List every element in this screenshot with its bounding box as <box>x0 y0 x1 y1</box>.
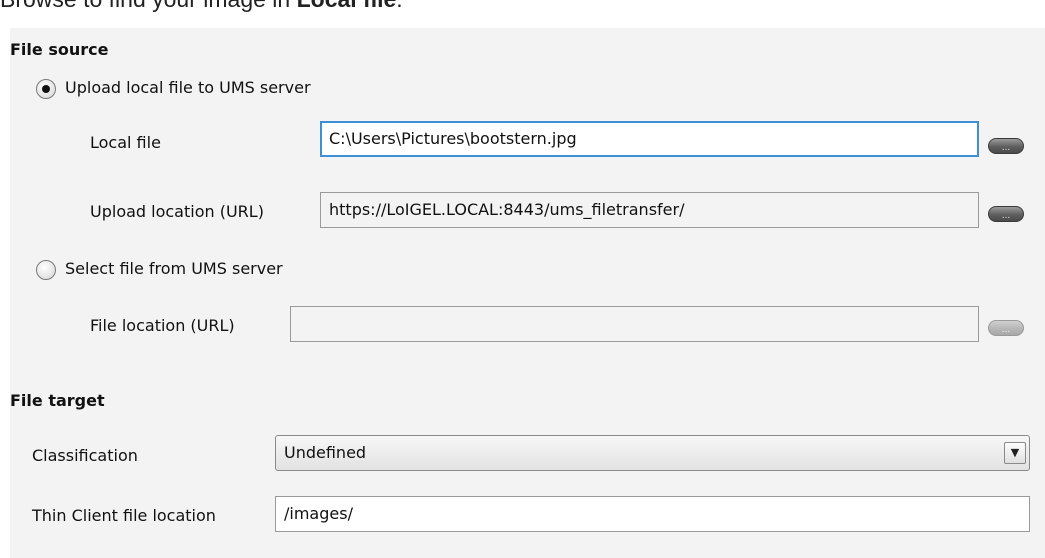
tc-location-label: Thin Client file location <box>32 506 216 525</box>
upload-location-label: Upload location (URL) <box>90 202 264 221</box>
file-source-heading: File source <box>10 40 109 59</box>
local-file-label: Local file <box>90 133 161 152</box>
upload-location-input[interactable]: https://LoIGEL.LOCAL:8443/ums_filetransf… <box>320 192 979 228</box>
classification-select[interactable]: Undefined ▼ <box>275 435 1030 471</box>
select-ums-label: Select file from UMS server <box>65 259 283 278</box>
file-target-heading: File target <box>10 391 105 410</box>
intro-text: Browse to find your image in Local file. <box>0 0 403 13</box>
intro-bold: Local file <box>297 0 397 12</box>
file-location-browse-button[interactable]: ... <box>988 320 1024 336</box>
file-location-input[interactable] <box>290 306 979 342</box>
upload-location-browse-button[interactable]: ... <box>988 206 1024 222</box>
local-file-input[interactable]: C:\Users\Pictures\bootstern.jpg <box>320 121 979 157</box>
file-dialog-panel: File source Upload local file to UMS ser… <box>10 28 1045 558</box>
upload-local-label: Upload local file to UMS server <box>65 78 311 97</box>
classification-value: Undefined <box>284 443 367 462</box>
chevron-down-icon[interactable]: ▼ <box>1004 442 1026 464</box>
local-file-browse-button[interactable]: ... <box>988 138 1024 154</box>
select-ums-radio[interactable] <box>36 260 56 280</box>
classification-label: Classification <box>32 446 138 465</box>
tc-location-input[interactable]: /images/ <box>275 496 1030 532</box>
upload-local-radio[interactable] <box>36 79 56 99</box>
file-location-label: File location (URL) <box>90 316 235 335</box>
radio-selected-dot <box>42 85 50 93</box>
